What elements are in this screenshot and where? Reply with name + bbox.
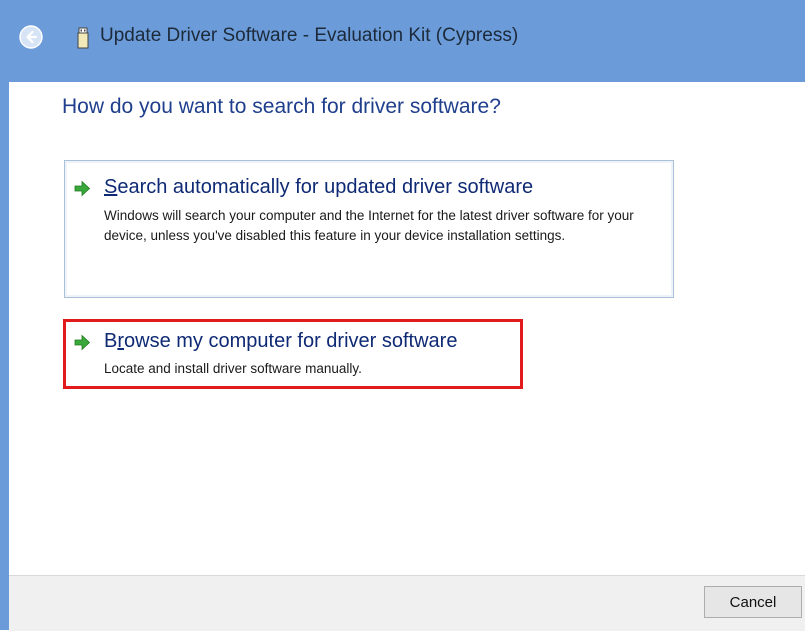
window-frame-left xyxy=(0,0,9,630)
option-title-prefix: B xyxy=(104,330,118,352)
back-arrow-icon[interactable] xyxy=(19,25,43,49)
window-title: Update Driver Software - Evaluation Kit … xyxy=(100,25,519,46)
search-automatically-description: Windows will search your computer and th… xyxy=(104,208,634,243)
access-key-s: S xyxy=(104,176,118,198)
option-title-text: earch automatically for updated driver s… xyxy=(117,176,534,198)
green-arrow-icon xyxy=(74,180,91,197)
green-arrow-icon xyxy=(74,334,91,351)
browse-computer-title[interactable]: Browse my computer for driver software xyxy=(104,330,457,353)
cancel-button[interactable]: Cancel xyxy=(704,586,802,618)
option-title-text: owse my computer for driver software xyxy=(124,330,458,352)
usb-device-icon xyxy=(77,27,89,49)
page-heading: How do you want to search for driver sof… xyxy=(62,95,501,118)
access-key-r: r xyxy=(117,330,125,352)
browse-computer-description: Locate and install driver software manua… xyxy=(104,361,362,376)
search-automatically-title[interactable]: Search automatically for updated driver … xyxy=(104,176,533,199)
dialog-footer xyxy=(9,575,805,631)
